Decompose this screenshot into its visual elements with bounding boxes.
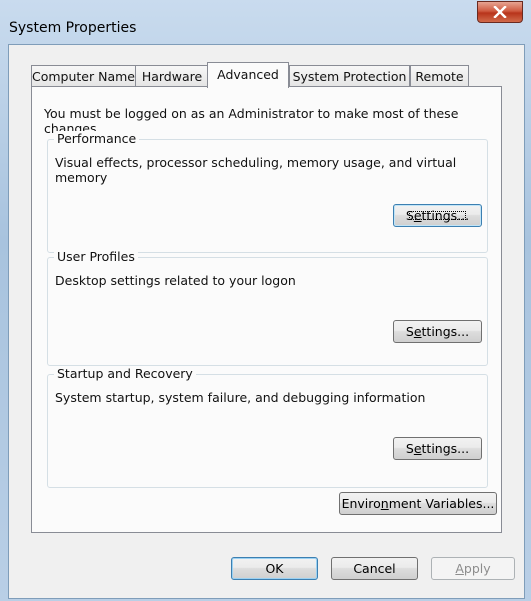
cancel-button[interactable]: Cancel	[331, 557, 418, 580]
startup-recovery-description: System startup, system failure, and debu…	[55, 390, 426, 405]
performance-settings-label: Settings...	[406, 208, 469, 223]
performance-description: Visual effects, processor scheduling, me…	[55, 155, 457, 185]
access-key: e	[413, 208, 422, 223]
access-key: e	[413, 324, 422, 339]
title-bar[interactable]: System Properties	[0, 0, 531, 44]
tab-system-protection[interactable]: System Protection	[289, 65, 410, 87]
window-frame: System Properties Computer Name Hardware…	[0, 0, 531, 601]
label-part: ttings...	[421, 324, 470, 339]
label-part: pply	[463, 561, 491, 576]
access-key: e	[413, 441, 422, 456]
label-part: S	[405, 441, 414, 456]
user-profiles-legend: User Profiles	[54, 249, 138, 264]
performance-legend: Performance	[54, 131, 140, 146]
label-part: ttings...	[421, 208, 470, 223]
tab-remote[interactable]: Remote	[410, 65, 469, 87]
startup-recovery-settings-button[interactable]: Settings...	[393, 437, 482, 460]
advanced-tab-panel: You must be logged on as an Administrato…	[31, 86, 502, 533]
user-profiles-settings-button[interactable]: Settings...	[393, 320, 482, 343]
window-title: System Properties	[9, 20, 137, 36]
performance-group: Performance Visual effects, processor sc…	[47, 131, 488, 253]
tab-hardware[interactable]: Hardware	[135, 65, 209, 87]
label-part: S	[405, 208, 414, 223]
label-part: S	[405, 324, 414, 339]
close-icon	[493, 6, 507, 18]
access-key: A	[455, 561, 464, 576]
label-part: Enviro	[341, 496, 381, 511]
startup-recovery-legend: Startup and Recovery	[54, 366, 196, 381]
label-part: ttings...	[421, 441, 470, 456]
close-button[interactable]	[477, 1, 523, 23]
user-profiles-group: User Profiles Desktop settings related t…	[47, 249, 488, 366]
access-key: n	[380, 496, 389, 511]
dialog-body: Computer Name Hardware Advanced System P…	[8, 44, 525, 599]
performance-settings-button[interactable]: Settings...	[393, 204, 482, 227]
environment-variables-button[interactable]: Environment Variables...	[339, 492, 497, 515]
apply-button[interactable]: Apply	[431, 557, 515, 580]
tab-advanced[interactable]: Advanced	[207, 62, 289, 88]
tab-computer-name[interactable]: Computer Name	[31, 65, 136, 87]
startup-recovery-group: Startup and Recovery System startup, sys…	[47, 366, 488, 488]
ok-button[interactable]: OK	[231, 557, 318, 580]
label-part: ment Variables...	[388, 496, 495, 511]
user-profiles-description: Desktop settings related to your logon	[55, 273, 296, 288]
